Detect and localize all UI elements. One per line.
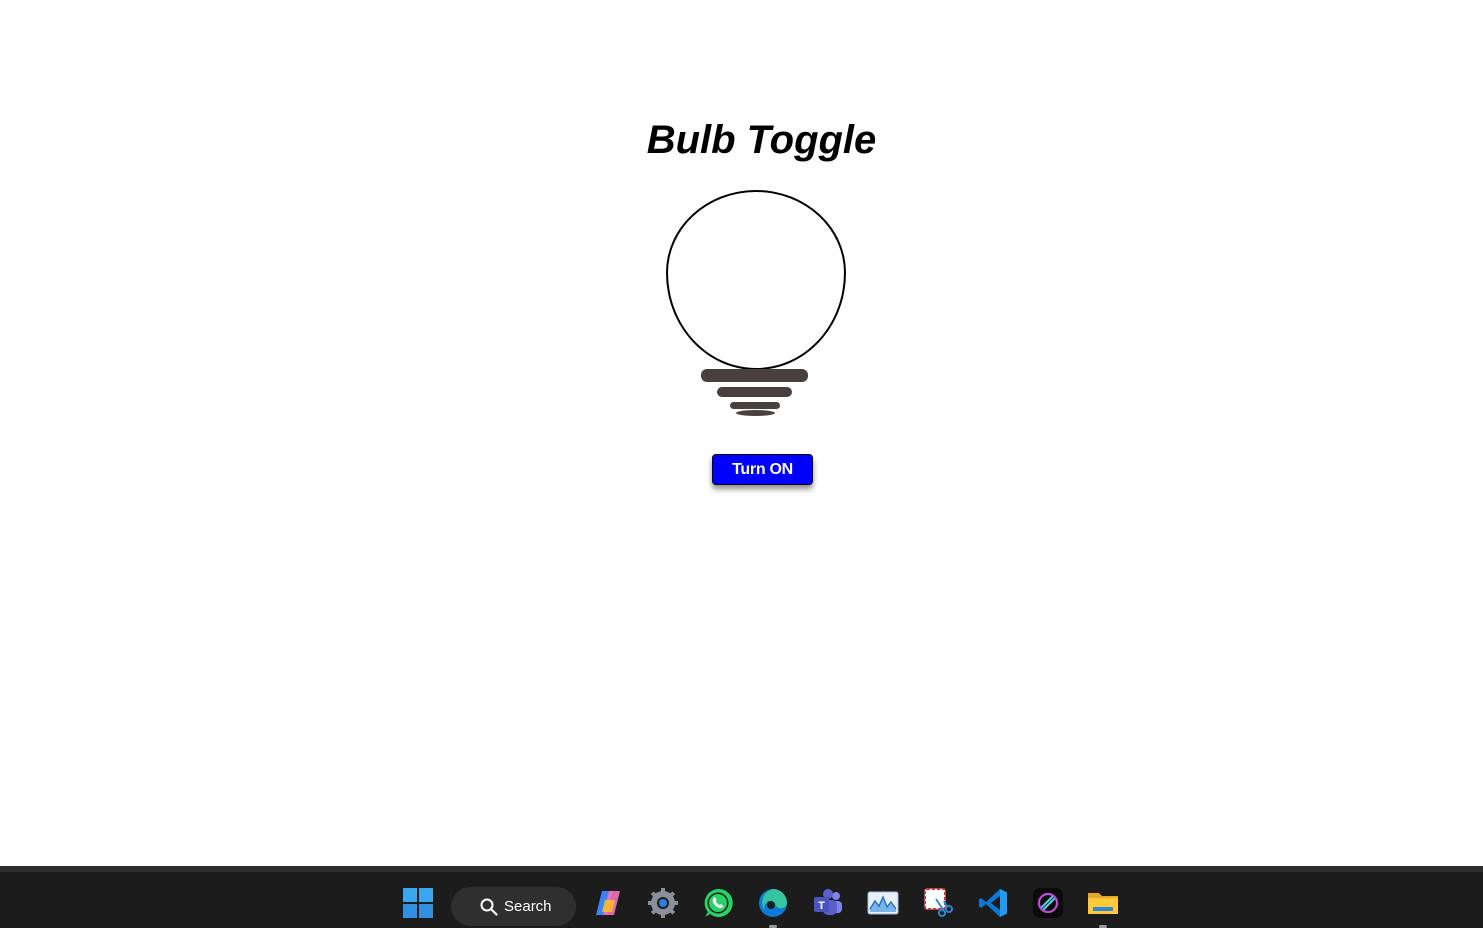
performance-monitor-icon[interactable] xyxy=(866,886,900,920)
page-title: Bulb Toggle xyxy=(646,118,877,162)
bulb-base-tip xyxy=(736,410,775,416)
windows-start-icon[interactable] xyxy=(401,886,435,920)
vscode-icon[interactable] xyxy=(976,886,1010,920)
whatsapp-icon[interactable] xyxy=(701,886,735,920)
settings-icon[interactable] xyxy=(646,886,680,920)
svg-text:T: T xyxy=(818,900,825,912)
snipping-tool-icon[interactable] xyxy=(921,886,955,920)
bulb-glass xyxy=(666,190,846,370)
bulb-base-ring xyxy=(701,369,808,382)
bulb-base-ring xyxy=(730,402,780,409)
copilot-icon[interactable] xyxy=(591,886,625,920)
taskbar-search-box[interactable]: Search xyxy=(451,887,576,926)
linear-app-icon[interactable] xyxy=(1031,886,1065,920)
toggle-bulb-button[interactable]: Turn ON xyxy=(712,454,813,485)
app-page: Bulb Toggle Turn ON xyxy=(0,0,1483,866)
edge-icon[interactable] xyxy=(756,886,790,920)
bulb-base-ring xyxy=(717,387,792,397)
search-label: Search xyxy=(504,898,552,915)
teams-icon[interactable]: T xyxy=(811,886,845,920)
search-icon xyxy=(480,898,498,916)
file-explorer-icon[interactable] xyxy=(1086,886,1120,920)
taskbar: Search T xyxy=(0,866,1483,928)
